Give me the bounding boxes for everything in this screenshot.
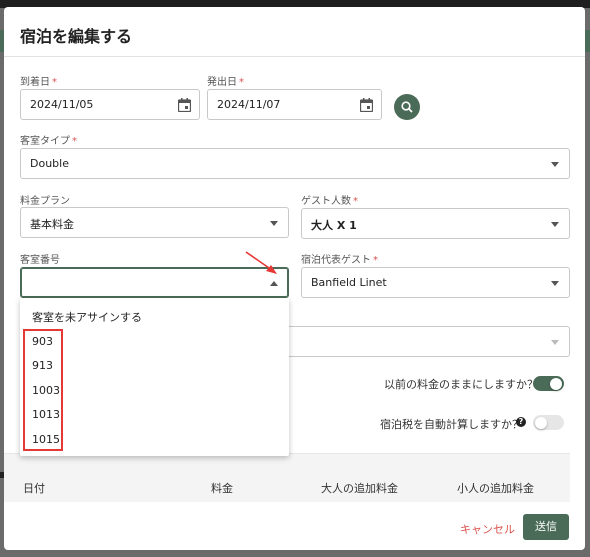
departure-label-text: 発出日 xyxy=(207,77,237,88)
rate-plan-select[interactable]: 基本料金 xyxy=(20,207,289,238)
guests-select[interactable]: 大人 X 1 xyxy=(301,208,570,239)
room-type-select[interactable]: Double xyxy=(20,148,570,179)
rep-guest-select[interactable]: Banfield Linet xyxy=(301,267,570,298)
rate-plan-label-text: 料金プラン xyxy=(20,196,70,207)
rep-guest-label: 宿泊代表ゲスト * xyxy=(301,251,378,266)
chevron-down-icon xyxy=(270,221,278,226)
arrival-label: 到着日 * xyxy=(20,73,57,88)
column-date: 日付 xyxy=(23,482,45,495)
annotation-arrow-icon xyxy=(245,251,277,274)
title-divider xyxy=(4,56,585,57)
rate-plan-label: 料金プラン xyxy=(20,192,70,207)
help-icon[interactable]: ? xyxy=(516,417,526,427)
departure-date-value: 2024/11/07 xyxy=(217,98,281,111)
room-type-label-text: 客室タイプ xyxy=(20,136,70,147)
toggle-knob xyxy=(550,377,562,390)
room-type-value: Double xyxy=(30,157,69,170)
cancel-button[interactable]: キャンセル xyxy=(460,521,515,537)
required-mark: * xyxy=(72,136,77,147)
chevron-down-icon xyxy=(551,281,559,286)
room-number-label-text: 客室番号 xyxy=(20,255,60,266)
room-number-dropdown: 客室を未アサインする 903 913 1003 1013 1015 xyxy=(20,298,289,456)
room-type-label: 客室タイプ * xyxy=(20,132,77,147)
unassign-room-option[interactable]: 客室を未アサインする xyxy=(32,309,142,325)
background-marker xyxy=(0,472,4,478)
arrival-date-field[interactable]: 2024/11/05 xyxy=(20,89,200,120)
departure-label: 発出日 * xyxy=(207,73,244,88)
chevron-down-icon xyxy=(551,340,559,345)
column-adult-extra: 大人の追加料金 xyxy=(321,482,398,495)
search-button[interactable] xyxy=(394,94,420,120)
dialog-title: 宿泊を編集する xyxy=(20,27,133,46)
toggle-knob xyxy=(535,416,547,429)
edit-stay-dialog: 宿泊を編集する 到着日 * 2024/11/05 発出日 * 2024/11/07 xyxy=(4,7,585,550)
room-number-label: 客室番号 xyxy=(20,251,60,266)
guests-value: 大人 X 1 xyxy=(311,219,357,232)
annotation-highlight-box xyxy=(23,329,63,451)
rep-guest-label-text: 宿泊代表ゲスト xyxy=(301,255,371,266)
rate-plan-value: 基本料金 xyxy=(30,218,74,231)
column-rate: 料金 xyxy=(211,482,233,495)
keep-rate-toggle[interactable] xyxy=(533,376,564,391)
search-icon xyxy=(401,101,413,113)
chevron-down-icon xyxy=(551,222,559,227)
departure-date-field[interactable]: 2024/11/07 xyxy=(207,89,382,120)
required-mark: * xyxy=(353,196,358,207)
arrival-label-text: 到着日 xyxy=(20,77,50,88)
column-child-extra: 小人の追加料金 xyxy=(457,482,534,495)
auto-tax-label: 宿泊税を自動計算しますか？ xyxy=(380,418,523,431)
calendar-icon[interactable] xyxy=(178,98,191,112)
required-mark: * xyxy=(52,77,57,88)
keep-rate-label: 以前の料金のままにしますか？ xyxy=(384,378,538,391)
rep-guest-value: Banfield Linet xyxy=(311,276,387,289)
guests-label-text: ゲスト人数 xyxy=(301,196,351,207)
chevron-down-icon xyxy=(551,162,559,167)
guests-label: ゲスト人数 * xyxy=(301,192,358,207)
required-mark: * xyxy=(239,77,244,88)
required-mark: * xyxy=(373,255,378,266)
arrival-date-value: 2024/11/05 xyxy=(30,98,94,111)
calendar-icon[interactable] xyxy=(360,98,373,112)
chevron-up-icon xyxy=(270,281,278,286)
submit-button[interactable]: 送信 xyxy=(523,514,569,540)
auto-tax-toggle[interactable] xyxy=(533,415,564,430)
